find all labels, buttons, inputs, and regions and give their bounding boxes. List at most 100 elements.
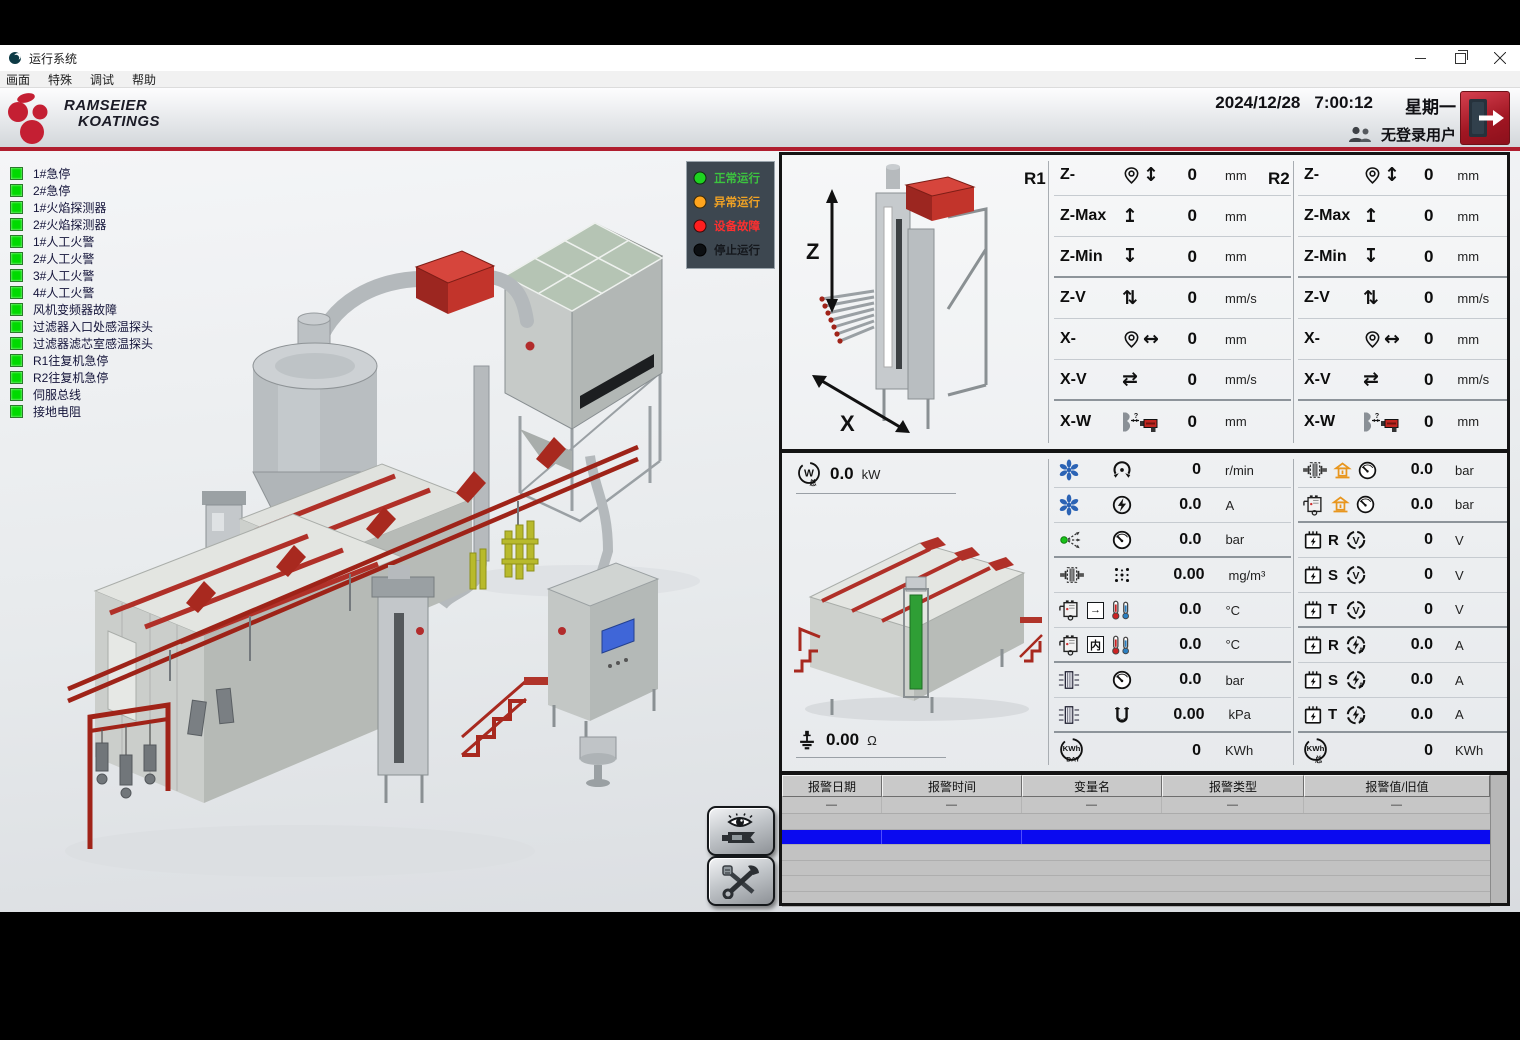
menu-special[interactable]: 特殊 <box>48 71 72 88</box>
app-window: 运行系统 画面 特殊 调试 帮助 RAMSEIER KOAT <box>0 45 1520 912</box>
login-logout-button[interactable] <box>1460 91 1510 145</box>
value-readout: 0.0 <box>1410 636 1433 654</box>
position-pin-icon <box>1363 330 1382 349</box>
alarm-row-empty[interactable] <box>782 814 1490 830</box>
value-readout: 0 <box>1424 329 1433 349</box>
r1-z-velocity-row: Z-V⇅0mm/s <box>1054 278 1291 319</box>
booth-3d-view <box>792 501 1044 727</box>
phase-label: R <box>1328 532 1341 549</box>
filter-cell[interactable]: — <box>782 797 882 813</box>
value-readout: 0.0 <box>1179 531 1201 549</box>
position-pin-icon <box>1122 330 1141 349</box>
row-label: X- <box>1060 330 1122 348</box>
status-led-icon <box>10 184 23 197</box>
header-variable-name[interactable]: 变量名 <box>1022 775 1162 797</box>
minimize-button[interactable] <box>1400 45 1440 71</box>
legend-row: 设备故障 <box>693 214 768 238</box>
phase-label: R <box>1328 637 1341 654</box>
r2-z-min-row: Z-Min↧0mm <box>1298 237 1507 278</box>
process-values-column-1: 0r/min 0.0A 0.0bar 0.00mg/m³ →0.0°C 内0.0… <box>1054 453 1291 768</box>
reciprocator-section: Z X R1 Z-↕0mm Z-Max↥0mm Z-Min↧0mm Z-V⇅0m… <box>782 155 1507 453</box>
voltage-s-row: S0V <box>1298 558 1507 593</box>
z-min-arrow-icon: ↧ <box>1363 247 1379 266</box>
divider <box>1048 459 1049 765</box>
inner-temperature-row: 内0.0°C <box>1054 628 1291 663</box>
wrench-screwdriver-icon <box>720 863 762 899</box>
filter-machine-icon <box>1058 599 1082 621</box>
unit-label: V <box>1455 568 1505 583</box>
thermometers-icon <box>1109 634 1133 656</box>
phase-label: S <box>1328 672 1341 689</box>
filter-cell[interactable]: — <box>1304 797 1490 813</box>
menu-screens[interactable]: 画面 <box>6 71 30 88</box>
header-alarm-type[interactable]: 报警类型 <box>1162 775 1304 797</box>
ground-resistance-readout: 0.00 Ω <box>796 729 946 758</box>
value-readout: 0 <box>1410 531 1433 549</box>
unit-label: bar <box>1455 463 1505 478</box>
header-alarm-value[interactable]: 报警值/旧值 <box>1304 775 1490 797</box>
alarm-row-empty[interactable] <box>782 861 1490 877</box>
total-power-icon <box>796 461 822 487</box>
normal-led-icon <box>693 171 707 185</box>
r2-axis-table: Z-↕0mm Z-Max↥0mm Z-Min↧0mm Z-V⇅0mm/s X-↔… <box>1298 155 1507 442</box>
pressure-gauge-icon <box>1111 529 1133 551</box>
filter-cell[interactable]: — <box>882 797 1022 813</box>
gun-monitor-button[interactable] <box>707 806 775 856</box>
alarm-row-selected[interactable] <box>782 830 1490 846</box>
status-led-icon <box>10 252 23 265</box>
unit-label: r/min <box>1225 463 1289 478</box>
exit-door-icon <box>1465 96 1505 140</box>
gun-to-part-distance-icon <box>1363 411 1401 433</box>
power-cabinet-icon <box>1302 599 1324 621</box>
phase-label: T <box>1328 601 1341 618</box>
pressure-gauge-icon <box>1111 669 1133 691</box>
alarm-row-empty[interactable] <box>782 876 1490 892</box>
reciprocator-3d-view: Z X <box>788 159 1018 443</box>
alarm-row-empty[interactable] <box>782 892 1490 908</box>
value-readout: 0.0 <box>1410 671 1433 689</box>
status-led-icon <box>10 286 23 299</box>
unit-label: A <box>1455 673 1505 688</box>
value-readout: 0 <box>1186 247 1197 267</box>
unit-label: V <box>1455 533 1505 548</box>
header-alarm-time[interactable]: 报警时间 <box>882 775 1022 797</box>
unit-label: mm <box>1225 332 1289 347</box>
header-alarm-date[interactable]: 报警日期 <box>782 775 882 797</box>
alarm-table-scrollbar[interactable] <box>1490 775 1507 903</box>
close-button[interactable] <box>1480 45 1520 71</box>
restore-button[interactable] <box>1440 45 1480 71</box>
r1-z-position-row: Z-↕0mm <box>1054 155 1291 196</box>
time-display: 7:00:12 <box>1314 93 1373 118</box>
eye-gun-icon <box>719 813 763 849</box>
filter-cell[interactable]: — <box>1162 797 1304 813</box>
value-readout: 0.0 <box>1410 461 1433 479</box>
unit-label: Ω <box>867 733 877 748</box>
current-r-row: R0.0A <box>1298 628 1507 663</box>
clock-block: 2024/12/28 7:00:12 星期一 无登录用户 <box>1215 93 1456 145</box>
row-label: Z-Min <box>1060 248 1122 266</box>
unit-label: mm <box>1457 168 1505 183</box>
value-readout: 0.0 <box>830 464 854 484</box>
maintenance-tools-button[interactable] <box>707 856 775 906</box>
r2-z-velocity-row: Z-V⇅0mm/s <box>1298 278 1507 319</box>
filter-cell[interactable]: — <box>1022 797 1162 813</box>
legend-label: 异常运行 <box>714 194 760 210</box>
x-velocity-arrows-icon: ⇄ <box>1363 370 1379 389</box>
electric-power-icon <box>1111 494 1133 516</box>
filter-fire-pressure-row: 0.0 bar <box>1298 453 1507 488</box>
alarm-table: 报警日期 报警时间 变量名 报警类型 报警值/旧值 — — — — — <box>782 775 1490 903</box>
inflow-box-icon: → <box>1087 602 1104 619</box>
z-min-arrow-icon: ↧ <box>1122 247 1138 266</box>
menu-help[interactable]: 帮助 <box>132 71 156 88</box>
window-title: 运行系统 <box>29 50 77 67</box>
alarm-row-empty[interactable] <box>782 845 1490 861</box>
menu-debug[interactable]: 调试 <box>90 71 114 88</box>
value-readout: 0 <box>1186 370 1197 390</box>
app-header: RAMSEIER KOATINGS 2024/12/28 7:00:12 星期一… <box>0 88 1520 147</box>
inlet-temperature-row: →0.0°C <box>1054 593 1291 628</box>
stairs-graphic <box>462 677 554 755</box>
main-area: 1#急停 2#急停 1#火焰探测器 2#火焰探测器 1#人工火警 2#人工火警 … <box>0 151 1520 912</box>
row-label: Z- <box>1060 166 1122 184</box>
r1-x-workpiece-row: X-W0mm <box>1054 401 1291 442</box>
divider <box>1293 459 1294 765</box>
